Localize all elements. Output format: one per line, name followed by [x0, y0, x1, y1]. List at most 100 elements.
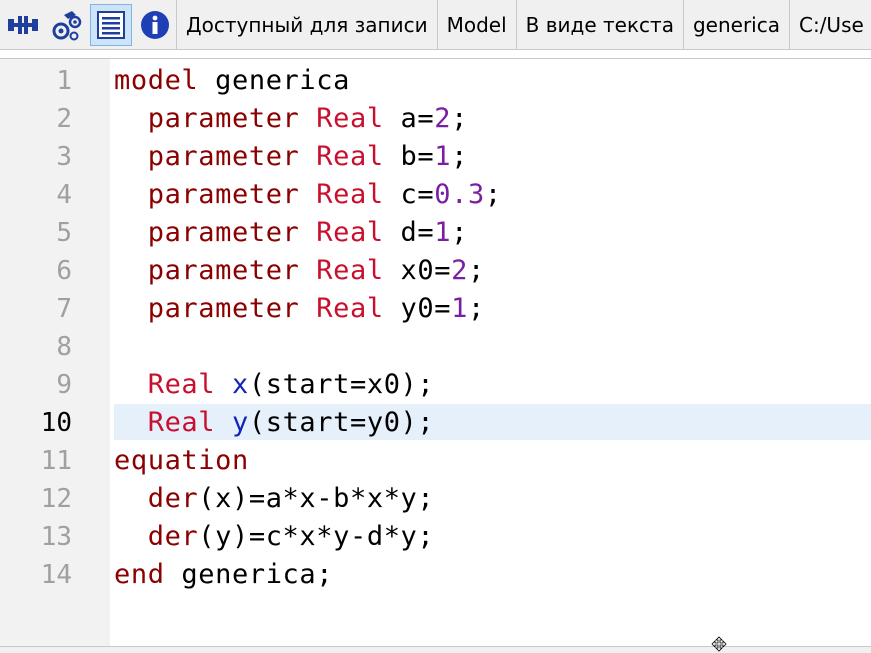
code-token: 2: [451, 255, 468, 286]
code-token: b=: [400, 141, 435, 172]
code-token: 1: [434, 141, 452, 172]
code-text: equation: [114, 442, 249, 480]
documentation-view-button[interactable]: [134, 4, 176, 46]
code-line[interactable]: 4 parameter Real c=0.3;: [0, 176, 871, 214]
code-line[interactable]: 11 equation: [0, 442, 871, 480]
code-token: ;: [467, 293, 485, 324]
text-view-button[interactable]: [90, 3, 132, 46]
code-line[interactable]: 9 Real x(start=x0);: [0, 366, 871, 404]
info-icon: [141, 10, 169, 39]
icon-view-button[interactable]: [46, 4, 88, 46]
view-mode: В виде текста: [515, 0, 683, 49]
code-token: parameter: [114, 179, 317, 210]
code-token: parameter: [114, 293, 317, 324]
code-token: model: [114, 65, 216, 96]
line-number: 9: [56, 370, 72, 400]
code-text: end generica;: [114, 556, 333, 594]
code-line[interactable]: 12 der(x)=a*x-b*x*y;: [0, 480, 871, 518]
line-number: 12: [40, 484, 72, 514]
diagram-view-icon: [8, 15, 38, 34]
code-token: c=: [400, 179, 435, 210]
file-path: C:/Use: [788, 0, 871, 49]
code-line[interactable]: 5 parameter Real d=1;: [0, 214, 871, 252]
line-number: 1: [56, 66, 72, 96]
code-line[interactable]: 13 der(y)=c*x*y-d*y;: [0, 518, 871, 556]
line-number: 13: [40, 522, 72, 552]
code-token: ;: [451, 217, 468, 248]
code-text: der(y)=c*x*y-d*y;: [114, 518, 434, 556]
move-cursor-icon: [711, 636, 727, 652]
code-token: Real: [114, 407, 232, 438]
code-token: Real: [316, 217, 401, 248]
code-line[interactable]: 6 parameter Real x0=2;: [0, 252, 871, 290]
code-token: equation: [114, 445, 249, 476]
code-token: ;: [467, 255, 485, 286]
code-text: parameter Real x0=2;: [114, 252, 485, 290]
code-token: x0=: [400, 255, 452, 286]
code-text: parameter Real c=0.3;: [114, 176, 502, 214]
icon-view-icon: [52, 10, 82, 40]
code-token: parameter: [114, 141, 317, 172]
code-line[interactable]: 7 parameter Real y0=1;: [0, 290, 871, 328]
code-token: (x)=a*x-b*x*y;: [198, 483, 435, 514]
code-text: Real y(start=y0);: [114, 404, 434, 442]
line-number: 14: [40, 560, 72, 590]
code-token: der: [114, 521, 199, 552]
text-view-icon: [97, 10, 125, 39]
code-line[interactable]: 10 Real y(start=y0);: [0, 404, 871, 442]
code-token: a=: [400, 103, 435, 134]
code-token: Real: [316, 255, 401, 286]
toolbar: Доступный для записи Model В виде текста…: [0, 0, 871, 50]
code-token: (start=y0);: [248, 407, 435, 438]
code-editor[interactable]: 1 model generica 2 parameter Real a=2; 3 pa…: [0, 58, 871, 646]
line-number: 4: [56, 180, 72, 210]
code-token: parameter: [114, 217, 317, 248]
code-token: 1: [451, 293, 468, 324]
code-token: (start=x0);: [248, 369, 435, 400]
code-text: parameter Real b=1;: [114, 138, 468, 176]
class-kind: Model: [436, 0, 516, 49]
code-token: end: [114, 559, 182, 590]
code-token: der: [114, 483, 199, 514]
code-token: parameter: [114, 255, 317, 286]
view-switcher: [0, 0, 176, 49]
code-line[interactable]: 8: [0, 328, 871, 366]
code-token: d=: [400, 217, 435, 248]
code-token: Real: [316, 141, 401, 172]
line-number: 2: [56, 104, 72, 134]
line-number: 7: [56, 294, 72, 324]
code-token: ;: [451, 141, 468, 172]
class-name: generica: [682, 0, 789, 49]
code-token: generica;: [181, 559, 334, 590]
diagram-view-button[interactable]: [2, 4, 44, 46]
code-line[interactable]: 14 end generica;: [0, 556, 871, 594]
line-number: 6: [56, 256, 72, 286]
access-status: Доступный для записи: [176, 0, 437, 49]
code-text: Real x(start=x0);: [114, 366, 434, 404]
line-number: 11: [40, 446, 72, 476]
code-token: generica: [215, 65, 350, 96]
code-token: ;: [451, 103, 468, 134]
code-token: 2: [434, 103, 452, 134]
code-token: Real: [316, 103, 401, 134]
code-line[interactable]: 2 parameter Real a=2;: [0, 100, 871, 138]
line-number: 3: [56, 142, 72, 172]
code-text: parameter Real d=1;: [114, 214, 468, 252]
code-line[interactable]: 1 model generica: [0, 62, 871, 100]
code-text: model generica: [114, 62, 350, 100]
code-token: Real: [316, 293, 401, 324]
code-token: 0.3: [434, 179, 485, 210]
code-token: parameter: [114, 103, 317, 134]
code-token: y: [232, 407, 249, 438]
code-text: parameter Real a=2;: [114, 100, 468, 138]
code-token: (y)=c*x*y-d*y;: [198, 521, 435, 552]
code-line[interactable]: 3 parameter Real b=1;: [0, 138, 871, 176]
code-text: parameter Real y0=1;: [114, 290, 485, 328]
code-token: Real: [114, 369, 232, 400]
code-token: y0=: [400, 293, 452, 324]
code-token: 1: [434, 217, 452, 248]
code-text: der(x)=a*x-b*x*y;: [114, 480, 434, 518]
code-token: Real: [316, 179, 401, 210]
code-token: x: [232, 369, 249, 400]
line-number: 8: [56, 332, 72, 362]
